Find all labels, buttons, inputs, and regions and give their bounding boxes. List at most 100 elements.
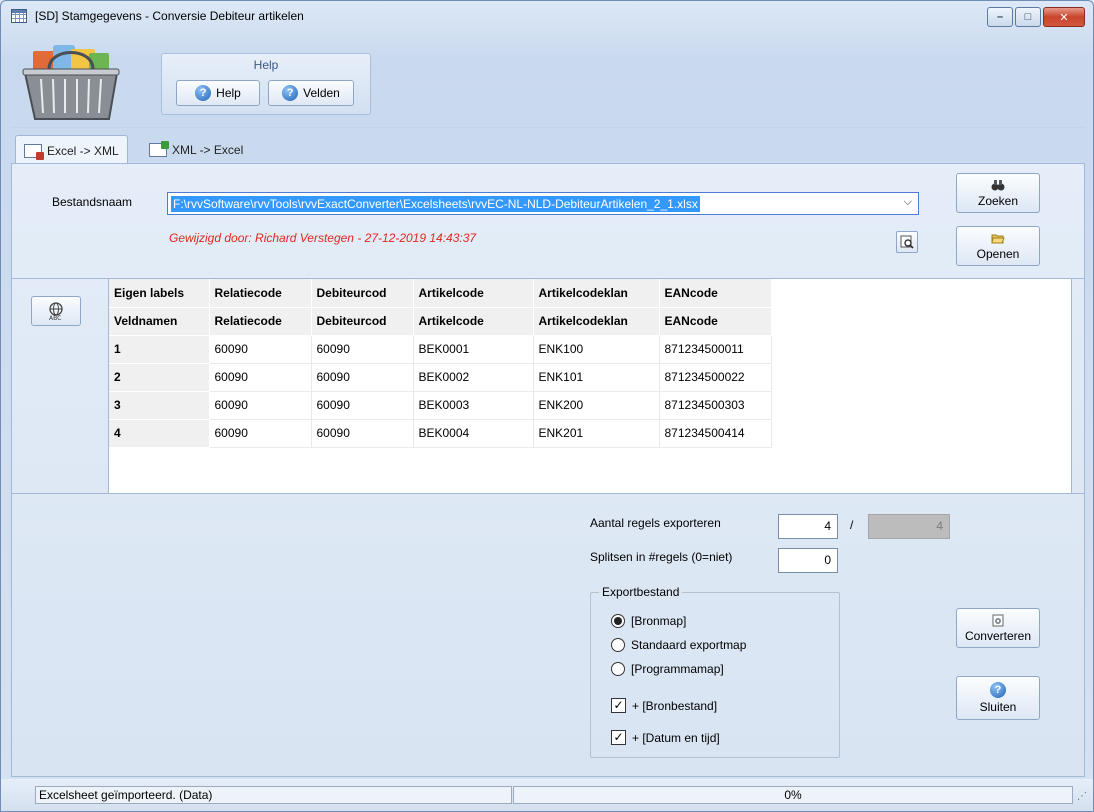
table-cell[interactable]: 60090 [209,391,312,420]
magnifier-icon [900,235,914,249]
table-cell[interactable]: ENK100 [533,335,660,364]
table-cell[interactable]: BEK0001 [413,335,534,364]
exportbestand-group: Exportbestand [Bronmap] Standaard export… [590,585,840,758]
zoeken-button[interactable]: Zoeken [956,173,1040,213]
header-cell: EANcode [659,307,772,336]
radio-icon[interactable] [611,638,625,652]
aantal-regels-total: 4 [868,514,950,539]
checkbox-label: + [Bronbestand] [632,698,718,713]
row-number: 2 [109,363,210,392]
help-button[interactable]: ? Help [176,80,260,106]
file-combobox[interactable]: F:\rvvSoftware\rvvTools\rvvExactConverte… [167,192,919,215]
tab-strip: Excel -> XML XML -> Excel [11,127,1085,165]
table-cell[interactable]: ENK200 [533,391,660,420]
binoculars-icon [991,179,1005,190]
checkbox-datum-en-tijd[interactable]: ✓ + [Datum en tijd] [611,730,720,745]
globe-abc-icon: ABC [49,302,63,321]
table-cell[interactable]: 871234500414 [659,419,772,448]
row-number: 1 [109,335,210,364]
table-cell[interactable]: ENK101 [533,363,660,392]
velden-button-label: Velden [303,86,340,100]
velden-button[interactable]: ? Velden [268,80,354,106]
table-cell[interactable]: BEK0002 [413,363,534,392]
table-cell[interactable]: BEK0004 [413,419,534,448]
bestandsnaam-label: Bestandsnaam [52,195,133,209]
checkmark-icon[interactable]: ✓ [611,730,626,745]
radio-bronmap[interactable]: [Bronmap] [611,614,686,628]
table-row[interactable]: 2 60090 60090 BEK0002 ENK101 87123450002… [109,363,772,392]
sluiten-label: Sluiten [979,700,1017,714]
header-cell: Artikelcodeklan [533,307,660,336]
table-cell[interactable]: 871234500011 [659,335,772,364]
aantal-regels-input[interactable]: 4 [778,514,838,539]
data-table: Eigen labels Relatiecode Debiteurcod Art… [109,279,772,448]
resize-grip-icon[interactable]: ⋰ [1077,791,1087,802]
maximize-button[interactable]: □ [1015,7,1041,27]
progress-bar: 0% [513,786,1073,804]
preview-button[interactable] [896,231,918,253]
checkbox-label: + [Datum en tijd] [632,730,720,745]
minimize-button[interactable]: – [987,7,1013,27]
table-cell[interactable]: 60090 [311,335,414,364]
separator-slash: / [850,518,854,532]
table-cell[interactable]: 60090 [209,335,312,364]
header-cell: Artikelcode [413,307,534,336]
svg-text:ABC: ABC [49,315,61,321]
converteren-button[interactable]: Converteren [956,608,1040,648]
table-row[interactable]: 1 60090 60090 BEK0001 ENK100 87123450001… [109,335,772,364]
tab-excel-to-xml[interactable]: Excel -> XML [15,135,128,165]
question-icon: ? [282,85,299,101]
zoeken-label: Zoeken [977,193,1019,208]
table-cell[interactable]: 60090 [311,391,414,420]
exportbestand-legend: Exportbestand [599,585,683,599]
openen-button[interactable]: Openen [956,226,1040,266]
header-cell: Artikelcode [413,279,534,308]
checkbox-bronbestand[interactable]: ✓ + [Bronbestand] [611,698,717,713]
radio-label: [Bronmap] [631,614,687,628]
header-cell: Debiteurcod [311,307,414,336]
header-cell: Veldnamen [109,307,210,336]
header-cell: EANcode [659,279,772,308]
tab-xml-to-excel[interactable]: XML -> Excel [141,136,251,164]
table-cell[interactable]: 60090 [311,363,414,392]
tab-label: Excel -> XML [47,143,119,158]
window-controls: – □ ✕ [987,7,1085,27]
radio-selected-icon[interactable] [611,614,625,628]
data-grid[interactable]: Eigen labels Relatiecode Debiteurcod Art… [108,279,1072,493]
convert-gear-icon [992,614,1004,626]
chevron-down-icon[interactable]: ⌵ [904,196,912,209]
table-cell[interactable]: BEK0003 [413,391,534,420]
labels-toggle-button[interactable]: ABC [31,296,81,326]
table-cell[interactable]: ENK201 [533,419,660,448]
question-icon: ? [195,85,212,101]
main-window: [SD] Stamgegevens - Conversie Debiteur a… [0,0,1094,812]
table-row[interactable]: 4 60090 60090 BEK0004 ENK201 87123450041… [109,419,772,448]
folder-open-icon [991,234,1005,243]
radio-standaard-exportmap[interactable]: Standaard exportmap [611,638,746,652]
window-title: [SD] Stamgegevens - Conversie Debiteur a… [35,9,304,23]
table-header-row: Veldnamen Relatiecode Debiteurcod Artike… [109,307,772,336]
splitsen-input[interactable]: 0 [778,548,838,573]
header-cell: Artikelcodeklan [533,279,660,308]
table-cell[interactable]: 60090 [311,419,414,448]
radio-label: [Programmamap] [631,662,724,676]
converteren-label: Converteren [964,628,1032,643]
close-button[interactable]: ✕ [1043,7,1085,27]
question-icon: ? [990,682,1006,698]
header-cell: Relatiecode [209,279,312,308]
row-number: 4 [109,419,210,448]
splitsen-label: Splitsen in #regels (0=niet) [590,550,733,564]
table-row[interactable]: 3 60090 60090 BEK0003 ENK200 87123450030… [109,391,772,420]
radio-icon[interactable] [611,662,625,676]
help-button-label: Help [216,86,241,100]
table-cell[interactable]: 60090 [209,363,312,392]
table-cell[interactable]: 60090 [209,419,312,448]
status-bar: Excelsheet geïmporteerd. (Data) 0% ⋰ [1,779,1093,811]
checkmark-icon[interactable]: ✓ [611,698,626,713]
openen-label: Openen [976,246,1020,261]
table-cell[interactable]: 871234500303 [659,391,772,420]
content-panel: Bestandsnaam F:\rvvSoftware\rvvTools\rvv… [11,163,1085,777]
sluiten-button[interactable]: ? Sluiten [956,676,1040,720]
table-cell[interactable]: 871234500022 [659,363,772,392]
radio-programmamap[interactable]: [Programmamap] [611,662,724,676]
